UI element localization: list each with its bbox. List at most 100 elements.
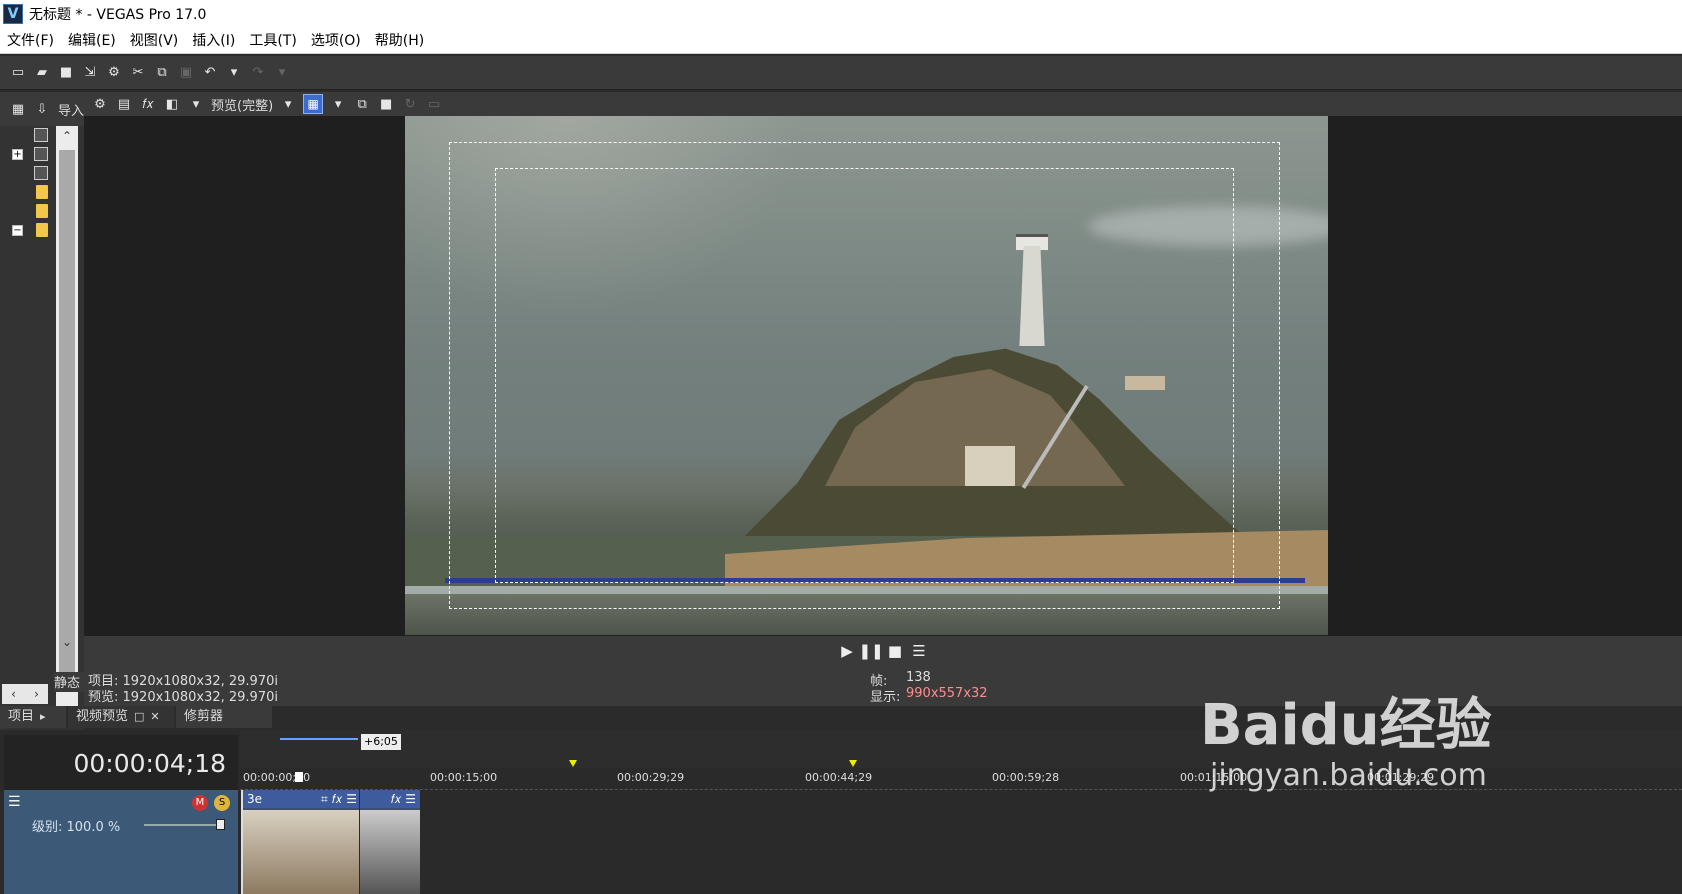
menu-insert[interactable]: 插入(I) [185, 28, 242, 54]
split-dropdown-icon[interactable]: ▾ [187, 95, 205, 113]
import-label[interactable]: 导入 [58, 100, 84, 119]
menu-help[interactable]: 帮助(H) [368, 28, 431, 54]
tab-video-preview[interactable]: 视频预览 □ ✕ [68, 706, 174, 728]
window-title: 无标题 * - VEGAS Pro 17.0 [29, 7, 207, 23]
scroll-left-icon[interactable]: ‹ [11, 687, 16, 701]
tree-row[interactable] [2, 164, 50, 183]
event-menu-icon[interactable]: ☰ [346, 792, 357, 806]
ruler-tick-label: 00:00:15;00 [430, 771, 498, 784]
tree-row[interactable]: + [2, 145, 50, 164]
scroll-right-icon[interactable]: › [34, 687, 39, 701]
track-menu-icon[interactable]: ☰ [8, 794, 26, 812]
display-value: 990x557x32 [906, 686, 988, 701]
menu-view[interactable]: 视图(V) [123, 28, 186, 54]
video-display-area[interactable] [84, 116, 1682, 636]
region-end-marker[interactable] [849, 760, 857, 767]
tree-row[interactable] [2, 126, 50, 145]
clip-bin-icon [34, 147, 48, 161]
event-label: 3e [247, 792, 263, 806]
preview-toolbar: ⚙ ▤ 𝑓𝑥 ◧ ▾ 预览(完整) ▾ ▦ ▾ ⧉ ■ ↻ ▭ [84, 92, 1682, 116]
window-icon[interactable]: ▭ [425, 95, 443, 113]
play-icon[interactable]: ▶ [838, 642, 856, 660]
redo-icon[interactable]: ↷ [249, 64, 267, 82]
tree-row[interactable]: − [2, 221, 50, 240]
clip-bin-icon [34, 166, 48, 180]
tree-row[interactable] [2, 183, 50, 202]
close-icon[interactable]: ✕ [150, 706, 159, 728]
scroll-down-icon[interactable]: ⌄ [56, 632, 78, 652]
menu-options[interactable]: 选项(O) [304, 28, 368, 54]
copy-icon[interactable]: ⧉ [153, 64, 171, 82]
overlays-grid-icon[interactable]: ▦ [303, 94, 324, 114]
preview-device-icon[interactable]: ▤ [115, 95, 133, 113]
track-level-slider-knob[interactable] [216, 819, 225, 830]
ruler-tick-label: 00:00:59;28 [992, 771, 1060, 784]
undo-icon[interactable]: ↶ [201, 64, 219, 82]
expand-icon[interactable]: + [12, 149, 23, 160]
copy-snapshot-icon[interactable]: ⧉ [353, 95, 371, 113]
event-fx-icon[interactable]: 𝑓𝑥 [332, 792, 342, 807]
vegas-logo-icon: V [3, 4, 23, 24]
pan-crop-icon[interactable]: ⌗ [321, 792, 328, 807]
mute-icon[interactable]: M [192, 795, 208, 811]
pause-icon[interactable]: ❚❚ [858, 642, 883, 660]
quality-dropdown-icon[interactable]: ▾ [279, 95, 297, 113]
video-event-clip[interactable]: 𝑓𝑥 ☰ [360, 790, 420, 894]
event-fx-icon[interactable]: 𝑓𝑥 [391, 792, 401, 807]
loop-region[interactable] [280, 738, 358, 740]
split-screen-icon[interactable]: ◧ [163, 95, 181, 113]
tab-trimmer[interactable]: 修剪器 [176, 706, 272, 728]
properties-gear-icon[interactable]: ⚙ [105, 64, 123, 82]
menu-tools[interactable]: 工具(T) [242, 28, 303, 54]
scroll-up-icon[interactable]: ⌃ [56, 126, 78, 146]
folder-icon [36, 185, 48, 199]
preview-quality-select[interactable]: 预览(完整) [211, 95, 273, 114]
timecode-display[interactable]: 00:00:04;18 [4, 735, 238, 790]
cut-icon[interactable]: ✂ [129, 64, 147, 82]
event-menu-icon[interactable]: ☰ [405, 792, 416, 806]
main-toolbar: ▭ ▰ ■ ⇲ ⚙ ✂ ⧉ ▣ ↶ ▾ ↷ ▾ [0, 56, 1682, 90]
video-track-header[interactable]: ☰ M S 级别: 100.0 % [4, 790, 238, 894]
menu-file[interactable]: 文件(F) [0, 28, 61, 54]
tab-scroll-right-icon[interactable]: ▸ [40, 706, 46, 728]
tree-row[interactable] [2, 202, 50, 221]
menu-edit[interactable]: 编辑(E) [61, 28, 123, 54]
undo-dropdown-icon[interactable]: ▾ [225, 64, 243, 82]
undock-icon[interactable]: □ [134, 706, 144, 728]
preview-properties-gear-icon[interactable]: ⚙ [91, 95, 109, 113]
static-label: 静态 [54, 672, 84, 692]
track-level-slider[interactable] [144, 824, 224, 826]
display-label: 显示: [870, 690, 901, 705]
transport-menu-icon[interactable]: ☰ [910, 642, 928, 660]
collapse-icon[interactable]: − [12, 225, 23, 236]
render-icon[interactable]: ⇲ [81, 64, 99, 82]
region-start-marker[interactable] [569, 760, 577, 767]
media-grid-icon[interactable]: ▦ [9, 100, 27, 118]
video-preview-panel: ⚙ ▤ 𝑓𝑥 ◧ ▾ 预览(完整) ▾ ▦ ▾ ⧉ ■ ↻ ▭ ▶ ❚❚ ■ ☰… [84, 92, 1682, 706]
watermark-url: jingyan.baidu.com [1210, 758, 1487, 793]
loop-length-label: +6;05 [361, 734, 401, 750]
sync-icon[interactable]: ↻ [401, 95, 419, 113]
explorer-vertical-scrollbar[interactable]: ⌃ ⌄ [56, 126, 78, 716]
import-icon[interactable]: ⇩ [33, 100, 51, 118]
video-event-clip[interactable]: 3e ⌗ 𝑓𝑥 ☰ [241, 790, 359, 894]
overlays-dropdown-icon[interactable]: ▾ [329, 95, 347, 113]
scroll-thumb[interactable] [59, 150, 75, 690]
safe-area-title-outline [495, 168, 1234, 583]
clip-bin-icon [34, 128, 48, 142]
explorer-tree: + − [2, 126, 50, 716]
paste-icon[interactable]: ▣ [177, 64, 195, 82]
playhead-cursor[interactable] [295, 772, 303, 782]
folder-icon [36, 204, 48, 218]
save-icon[interactable]: ■ [57, 64, 75, 82]
stop-icon[interactable]: ■ [886, 642, 904, 660]
fx-icon[interactable]: 𝑓𝑥 [139, 95, 157, 113]
explorer-horizontal-scroll[interactable]: ‹ › [2, 684, 48, 704]
open-folder-icon[interactable]: ▰ [33, 64, 51, 82]
solo-icon[interactable]: S [214, 795, 230, 811]
new-file-icon[interactable]: ▭ [9, 64, 27, 82]
redo-dropdown-icon[interactable]: ▾ [273, 64, 291, 82]
tab-project[interactable]: 项目 ▸ [0, 706, 66, 728]
watermark-brand: Baidu经验 [1200, 693, 1492, 758]
save-snapshot-icon[interactable]: ■ [377, 95, 395, 113]
